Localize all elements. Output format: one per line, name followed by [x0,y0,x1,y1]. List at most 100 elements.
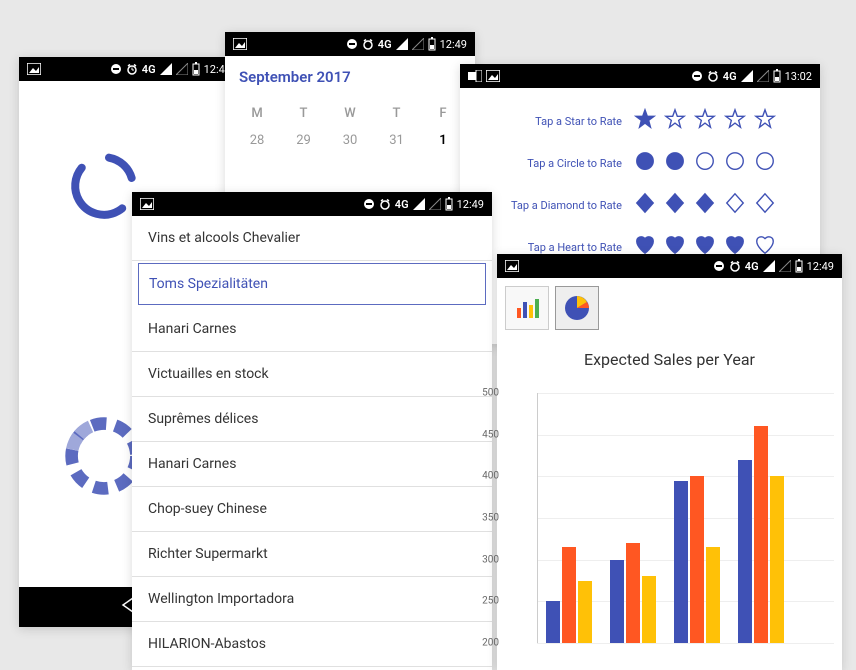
network-label: 4G [745,260,759,273]
star-icon[interactable] [724,108,746,134]
network-label: 4G [723,70,737,83]
diamond-icon[interactable] [664,192,686,218]
alarm-icon [362,38,374,50]
time-label: 12:49 [807,260,834,273]
bar[interactable] [562,547,576,643]
rating-row: Tap a Star to Rate [474,108,806,134]
tab-pie-chart[interactable] [555,286,599,330]
time-label: 13:02 [785,70,812,83]
list-item[interactable]: Chop-suey Chinese [132,487,492,532]
chart-area: 200250300350400450500 [505,393,834,643]
list-item[interactable]: Victuailles en stock [132,352,492,397]
calendar-day-header: M [241,106,273,121]
image-icon [140,198,154,210]
signal-icon-2 [176,63,188,75]
y-tick-label: 350 [482,513,499,524]
calendar-title[interactable]: September 2017 [239,68,461,86]
list-item[interactable]: Suprêmes délices [132,397,492,442]
y-tick-label: 400 [482,471,499,482]
bar[interactable] [610,560,624,643]
diamond-icon[interactable] [724,192,746,218]
dnd-icon [110,63,122,75]
circle-icon[interactable] [724,150,746,176]
calendar-week-row: 28 29 30 31 1 [239,127,461,154]
y-tick-label: 300 [482,554,499,565]
diamond-icon[interactable] [634,192,656,218]
list-item[interactable]: Hanari Carnes [132,442,492,487]
diamond-icon[interactable] [754,192,776,218]
star-icon[interactable] [694,108,716,134]
image-icon [233,38,247,50]
bar[interactable] [642,576,656,643]
diamond-icon[interactable] [694,192,716,218]
y-tick-label: 450 [482,429,499,440]
dnd-icon [691,70,703,82]
bar[interactable] [546,601,560,643]
rating-row: Tap a Circle to Rate [474,150,806,176]
star-icon[interactable] [754,108,776,134]
bar[interactable] [754,426,768,643]
circle-icon[interactable] [754,150,776,176]
list-item[interactable]: Richter Supermarkt [132,532,492,577]
list-item[interactable]: Toms Spezialitäten [138,263,486,305]
signal-icon [763,260,775,272]
calendar-day[interactable]: 29 [288,133,320,148]
calendar-day[interactable]: 31 [381,133,413,148]
bar[interactable] [706,547,720,643]
bar[interactable] [690,476,704,643]
battery-icon [428,37,436,51]
status-bar: 4G 12:49 [132,192,492,216]
circle-icon[interactable] [694,150,716,176]
list-item[interactable]: Hanari Carnes [132,307,492,352]
rating-label: Tap a Circle to Rate [474,157,634,170]
bars-container [537,393,834,643]
list-item[interactable]: Wellington Importadora [132,577,492,622]
list-item[interactable]: Vins et alcools Chevalier [132,216,492,261]
time-label: 12:49 [440,38,467,51]
calendar-day-header: T [288,106,320,121]
calendar-day-header: W [334,106,366,121]
status-bar: 4G 12:49 [225,32,475,56]
signal-icon-2 [412,38,424,50]
bar[interactable] [738,460,752,643]
time-label: 12:49 [457,198,484,211]
signal-icon [396,38,408,50]
bar[interactable] [626,543,640,643]
y-tick-label: 500 [482,388,499,399]
calendar-day[interactable]: 28 [241,133,273,148]
network-label: 4G [378,38,392,51]
calendar-day-header: T [381,106,413,121]
status-bar: 4G 12:49 [497,254,842,278]
dnd-icon [346,38,358,50]
rating-label: Tap a Star to Rate [474,115,634,128]
battery-icon [192,62,200,76]
alarm-icon [126,63,138,75]
phone-list: 4G 12:49 Vins et alcools ChevalierToms S… [132,192,492,670]
rating-icons [634,108,776,134]
calendar-header-row: M T W T F [239,100,461,127]
dnd-icon [363,198,375,210]
battery-icon [773,69,781,83]
rating-row: Tap a Diamond to Rate [474,192,806,218]
calendar-day[interactable]: 30 [334,133,366,148]
tab-bar-chart[interactable] [505,286,549,330]
signal-icon-2 [429,198,441,210]
rating-icons [634,150,776,176]
bar[interactable] [674,481,688,644]
calendar-day[interactable]: 1 [427,133,459,148]
bar[interactable] [770,476,784,643]
circle-icon[interactable] [634,150,656,176]
list-item[interactable]: HILARION-Abastos [132,622,492,667]
bar-group [546,547,592,643]
chart-content: Expected Sales per Year 2002503003504004… [497,278,842,651]
star-icon[interactable] [664,108,686,134]
calendar-content: September 2017 M T W T F 28 29 30 31 1 [225,56,475,166]
battery-icon [445,197,453,211]
bar[interactable] [578,581,592,644]
y-tick-label: 200 [482,638,499,649]
circle-icon[interactable] [664,150,686,176]
image-icon [486,70,500,82]
star-icon[interactable] [634,108,656,134]
image-icon [27,63,41,75]
rating-label: Tap a Diamond to Rate [474,199,634,212]
